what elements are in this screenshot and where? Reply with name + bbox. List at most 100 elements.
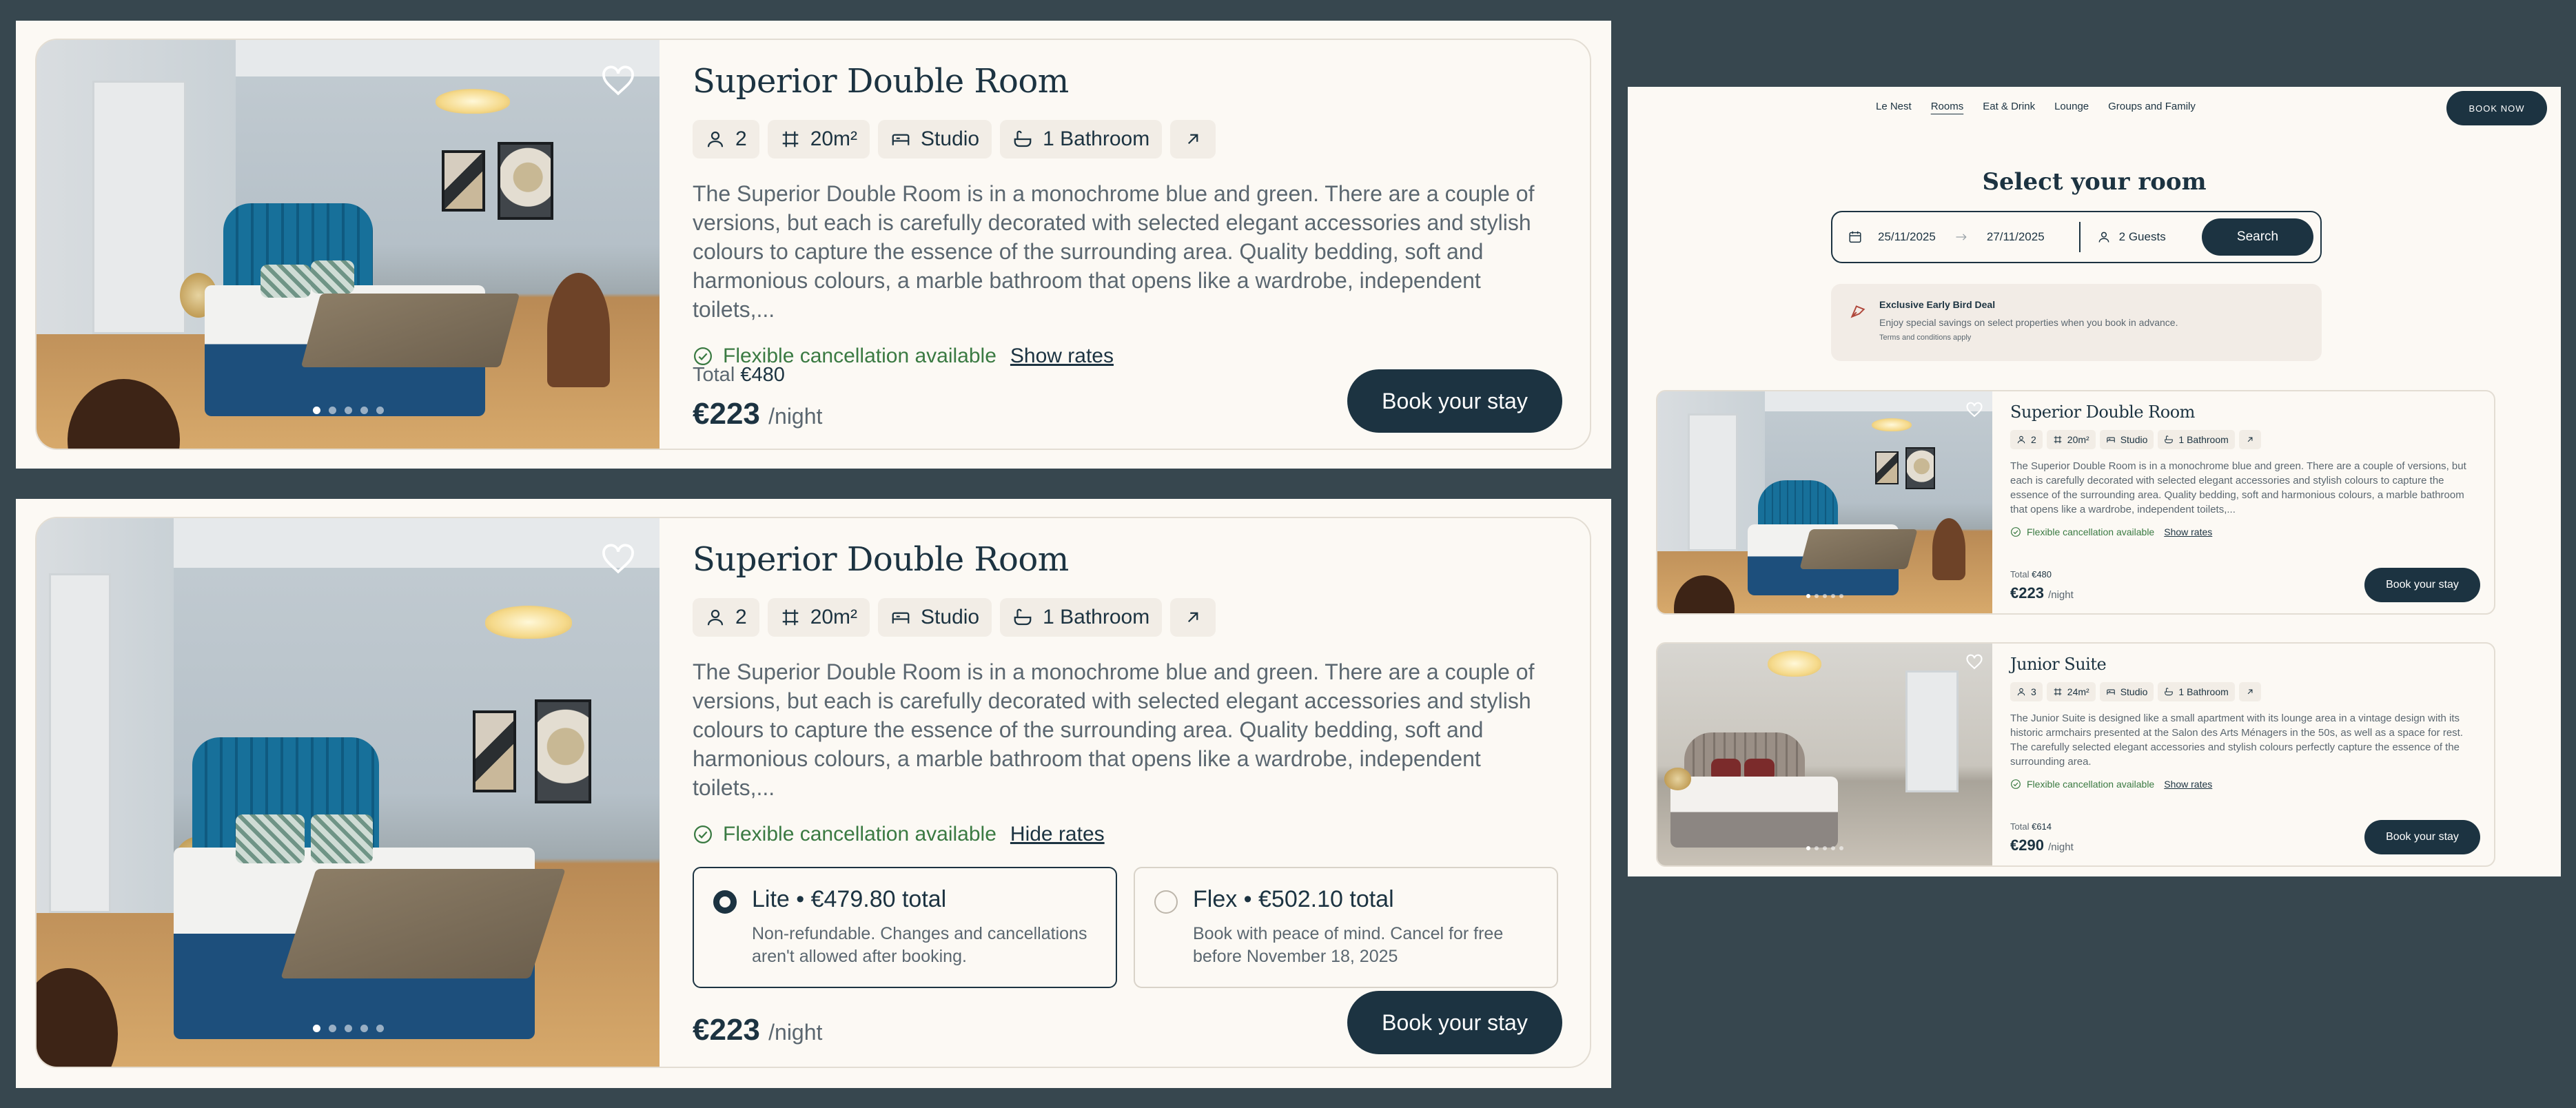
carousel-dots[interactable] (37, 407, 660, 414)
check-circle-icon (694, 825, 712, 843)
favorite-heart-icon[interactable] (1963, 398, 1985, 420)
arrow-up-right-icon (2247, 689, 2253, 695)
room-info: Superior Double Room 2 20m² Studio 1 Bat… (660, 518, 1590, 1067)
deal-terms[interactable]: Terms and conditions apply (1879, 334, 2304, 342)
cancellation-row: Flexible cancellation available Hide rat… (693, 823, 1561, 846)
carousel-dot[interactable] (344, 1025, 352, 1032)
guests-chip: 3 (2010, 682, 2043, 701)
favorite-heart-icon[interactable] (596, 536, 640, 580)
carousel-dots[interactable] (1657, 846, 1992, 850)
carousel-dot[interactable] (376, 1025, 384, 1032)
person-icon (707, 609, 724, 626)
carousel-dot[interactable] (360, 1025, 368, 1032)
rate-option-flex[interactable]: Flex • €502.10 total Book with peace of … (1134, 867, 1558, 988)
show-rates-link[interactable]: Show rates (2164, 526, 2212, 537)
carousel-dot[interactable] (360, 407, 368, 414)
nav-item-le-nest[interactable]: Le Nest (1876, 101, 1912, 112)
book-your-stay-button[interactable]: Book your stay (1347, 369, 1562, 433)
bathroom-chip: 1 Bathroom (1000, 598, 1163, 637)
expand-details-button[interactable] (2238, 430, 2261, 449)
carousel-dot[interactable] (312, 407, 320, 414)
arrow-right-icon (1956, 234, 1967, 240)
room-feature-chips: 3 24m² Studio 1 Bathroom (2010, 682, 2479, 701)
top-navigation: Le Nest Rooms Eat & Drink Lounge Groups … (1628, 87, 2561, 130)
nav-item-lounge[interactable]: Lounge (2054, 101, 2089, 112)
area-chip: 24m² (2046, 682, 2096, 701)
room-photo-carousel[interactable] (37, 40, 660, 449)
booking-search-bar: 25/11/2025 27/11/2025 2 Guests Search (1831, 211, 2322, 263)
calendar-icon (1849, 231, 1861, 243)
room-card-junior-suite: Junior Suite 3 24m² Studio 1 Bathroom Th… (1656, 642, 2495, 867)
carousel-dot[interactable] (328, 1025, 336, 1032)
check-in-date[interactable]: 25/11/2025 (1878, 230, 1936, 244)
check-out-date[interactable]: 27/11/2025 (1987, 230, 2045, 244)
expand-details-button[interactable] (1170, 120, 1216, 158)
room-feature-chips: 2 20m² Studio 1 Bathroom (693, 598, 1561, 637)
nightly-price: €290 /night (2010, 837, 2074, 854)
show-rates-link[interactable]: Show rates (2164, 779, 2212, 790)
person-icon (2098, 232, 2109, 243)
bathroom-chip: 1 Bathroom (2158, 682, 2235, 701)
room-description: The Junior Suite is designed like a smal… (2010, 712, 2463, 768)
show-rates-link[interactable]: Show rates (1010, 345, 1114, 368)
room-info: Superior Double Room 2 20m² Studio 1 Bat… (1992, 391, 2494, 613)
book-your-stay-button[interactable]: Book your stay (2364, 568, 2480, 602)
hide-rates-link[interactable]: Hide rates (1010, 823, 1105, 846)
favorite-heart-icon[interactable] (1963, 650, 1985, 673)
expand-details-button[interactable] (1170, 598, 1216, 637)
room-photo-carousel[interactable] (1657, 644, 1992, 865)
rate-title: Flex • €502.10 total (1193, 886, 1394, 912)
radio-selected[interactable] (713, 890, 737, 914)
bathtub-icon (1014, 130, 1032, 147)
room-selection-page: Le Nest Rooms Eat & Drink Lounge Groups … (1628, 87, 2561, 876)
room-title: Superior Double Room (2010, 402, 2195, 422)
carousel-dot[interactable] (328, 407, 336, 414)
carousel-dots[interactable] (37, 1025, 660, 1032)
arrow-up-right-icon (1188, 134, 1198, 145)
nav-item-eat-drink[interactable]: Eat & Drink (1983, 101, 2035, 112)
room-feature-chips: 2 20m² Studio 1 Bathroom (2010, 430, 2479, 449)
room-description: The Superior Double Room is in a monochr… (693, 181, 1535, 322)
person-icon (2017, 435, 2025, 444)
nightly-price: €223 /night (2010, 584, 2074, 602)
person-icon (707, 131, 724, 147)
carousel-dots[interactable] (1657, 594, 1992, 598)
favorite-heart-icon[interactable] (596, 58, 640, 102)
expand-details-button[interactable] (2238, 682, 2261, 701)
check-circle-icon (2011, 527, 2021, 537)
room-photo-carousel[interactable] (37, 518, 660, 1067)
nav-item-rooms[interactable]: Rooms (1931, 101, 1964, 112)
area-icon (782, 609, 798, 626)
nav-item-groups-family[interactable]: Groups and Family (2108, 101, 2196, 112)
carousel-dot[interactable] (312, 1025, 320, 1032)
bathtub-icon (2165, 688, 2174, 696)
radio-unselected[interactable] (1154, 890, 1178, 914)
check-circle-icon (2011, 779, 2021, 789)
room-type-chip: Studio (878, 598, 992, 637)
deal-title: Exclusive Early Bird Deal (1879, 299, 1996, 310)
bathtub-icon (2165, 435, 2174, 444)
rate-option-lite[interactable]: Lite • €479.80 total Non-refundable. Cha… (693, 867, 1117, 988)
area-icon (2054, 435, 2062, 444)
room-type-chip: Studio (2099, 682, 2154, 701)
room-title: Superior Double Room (693, 540, 1069, 579)
rate-description: Non-refundable. Changes and cancellation… (752, 924, 1087, 966)
rate-options: Lite • €479.80 total Non-refundable. Cha… (693, 867, 1561, 988)
book-your-stay-button[interactable]: Book your stay (1347, 991, 1562, 1054)
search-button[interactable]: Search (2202, 218, 2313, 256)
room-card: Superior Double Room 2 20m² Studio 1 Bat… (35, 39, 1591, 450)
book-your-stay-button[interactable]: Book your stay (2364, 820, 2480, 854)
bed-icon (2106, 437, 2115, 443)
carousel-dot[interactable] (376, 407, 384, 414)
cancellation-row: Flexible cancellation available Show rat… (2010, 526, 2479, 537)
nav-links: Le Nest Rooms Eat & Drink Lounge Groups … (1876, 101, 2196, 112)
room-description: The Superior Double Room is in a monochr… (2010, 460, 2466, 515)
guests-selector[interactable]: 2 Guests (2119, 230, 2166, 244)
book-now-button[interactable]: BOOK NOW (2446, 91, 2547, 125)
total-price: Total €614 (2010, 821, 2052, 832)
nightly-price: €223 /night (693, 1013, 823, 1047)
carousel-dot[interactable] (344, 407, 352, 414)
room-card-superior-double: Superior Double Room 2 20m² Studio 1 Bat… (1656, 390, 2495, 615)
room-photo-carousel[interactable] (1657, 391, 1992, 613)
rate-title: Lite • €479.80 total (752, 886, 947, 912)
